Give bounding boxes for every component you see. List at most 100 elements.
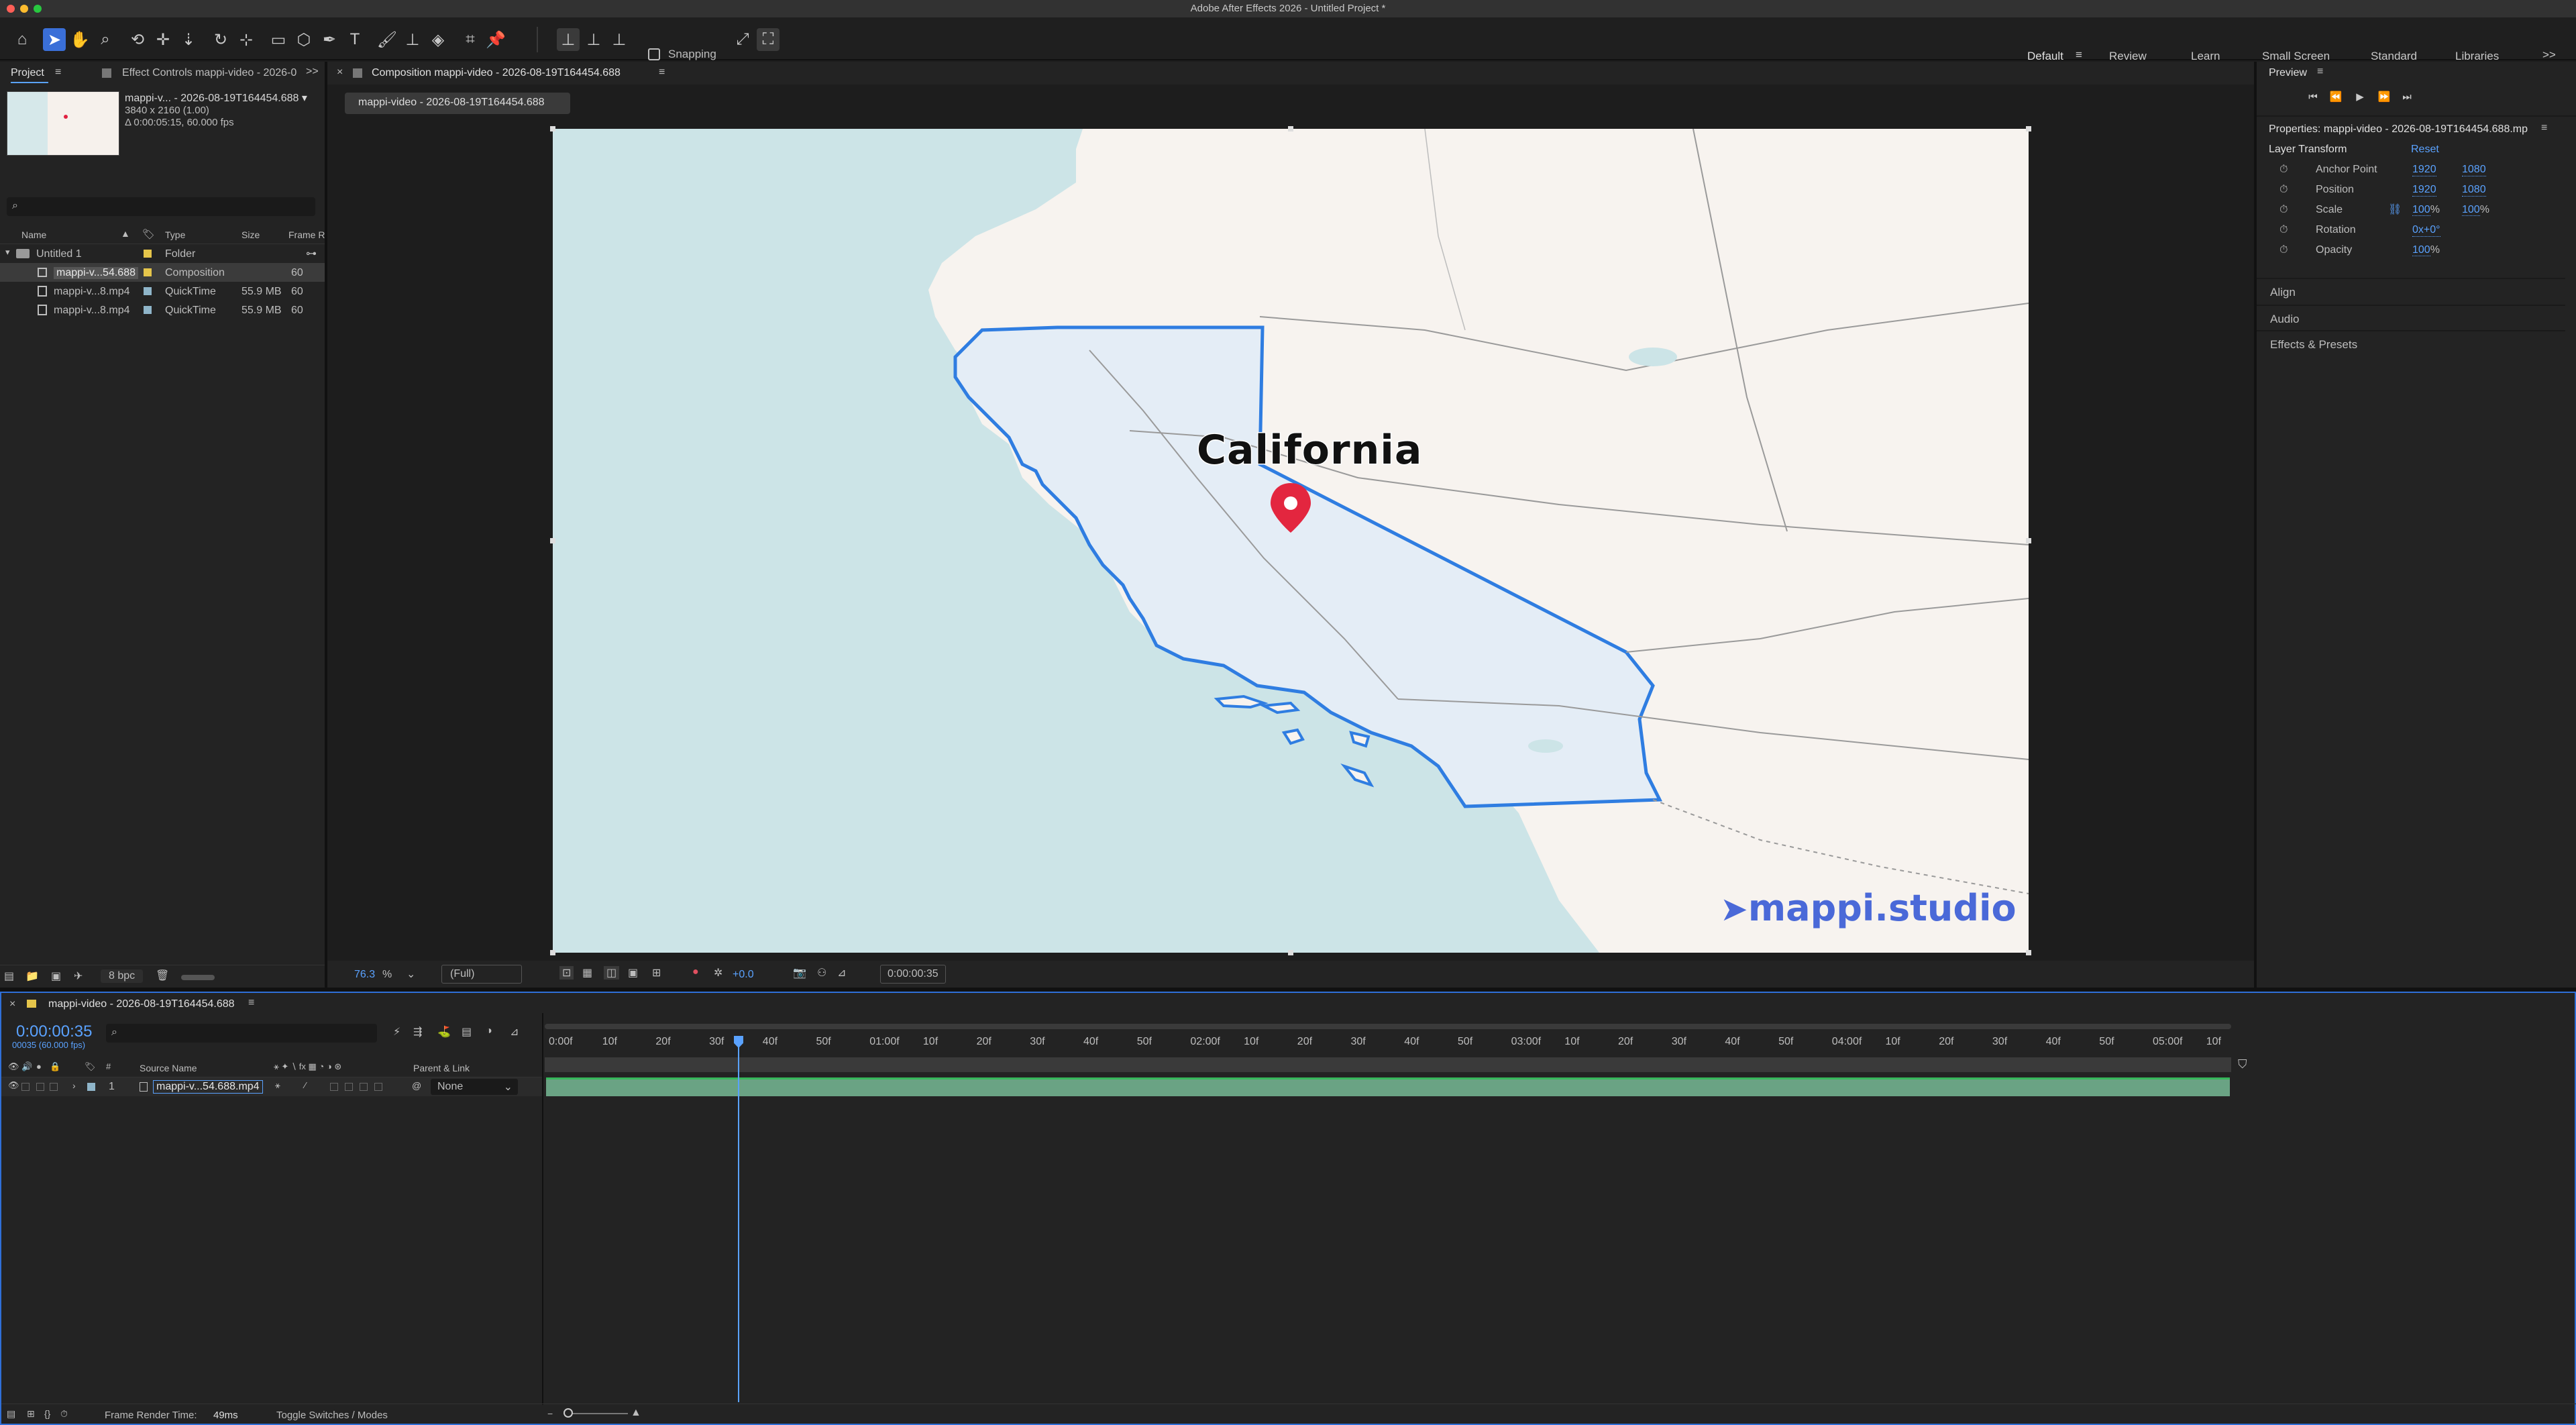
color-management-icon[interactable]: ✲ <box>714 966 722 980</box>
label-column-icon[interactable]: 🏷 <box>85 1061 96 1072</box>
scale-x[interactable]: 100 <box>2412 204 2430 216</box>
reset-button[interactable]: Reset <box>2411 144 2439 156</box>
column-name[interactable]: Name <box>21 229 46 240</box>
panel-overflow-icon[interactable]: >> <box>306 66 319 78</box>
3d-shape-tool-icon[interactable]: ⬡ <box>292 28 315 51</box>
3d-ground-plane-icon[interactable]: ▣ <box>628 966 638 980</box>
show-snapshot-icon[interactable]: ⚇ <box>817 966 826 980</box>
close-timeline-tab-icon[interactable]: × <box>9 998 15 1010</box>
graph-editor-icon[interactable]: ⊿ <box>510 1025 519 1039</box>
source-name-column[interactable]: Source Name <box>140 1063 197 1073</box>
draft-3d-icon[interactable]: ⚡ <box>393 1025 400 1039</box>
zoom-value[interactable]: 76.3 <box>354 969 375 981</box>
layer-handle[interactable] <box>1288 126 1293 131</box>
section-effects-presets[interactable]: Effects & Presets <box>2257 330 2565 357</box>
layer-lock-toggle[interactable] <box>50 1083 58 1091</box>
layer-label-swatch[interactable] <box>87 1083 95 1091</box>
column-size[interactable]: Size <box>241 229 260 240</box>
properties-menu-icon[interactable]: ≡ <box>2541 122 2547 134</box>
timeline-zoom-slider[interactable] <box>565 1413 628 1414</box>
current-time-field[interactable]: 0:00:00:35 <box>880 965 946 984</box>
toggle-switches-modes[interactable]: Toggle Switches / Modes <box>276 1410 388 1421</box>
transfer-controls-icon[interactable]: ⊞ <box>27 1408 35 1420</box>
opacity-value[interactable]: 100 <box>2412 244 2430 256</box>
mask-visibility-icon[interactable]: ◫ <box>604 966 620 980</box>
snap-features-icon[interactable]: ⛶ <box>757 28 780 51</box>
adobe-media-encoder-icon[interactable]: ✈ <box>74 969 83 983</box>
constrain-proportions-link-icon[interactable]: ⛓ <box>2388 203 2402 216</box>
label-color-swatch[interactable] <box>144 306 152 314</box>
preview-menu-icon[interactable]: ≡ <box>2317 66 2323 78</box>
world-axis-icon[interactable]: ⊥ <box>582 28 605 51</box>
shy-layers-icon[interactable]: ⛳ <box>437 1025 451 1039</box>
next-frame-icon[interactable]: ⏩ <box>2375 89 2394 105</box>
layer-handle[interactable] <box>2026 538 2031 543</box>
eraser-tool-icon[interactable]: ◈ <box>427 28 449 51</box>
resolution-dropdown[interactable]: (Full) <box>441 965 522 984</box>
project-item-folder[interactable]: ▾ Untitled 1 Folder ⊶ <box>0 244 325 263</box>
puppet-pin-tool-icon[interactable]: 📌 <box>484 28 507 51</box>
anchor-point-x[interactable]: 1920 <box>2412 164 2436 176</box>
workspace-menu-icon[interactable]: ≡ <box>2076 48 2082 62</box>
timeline-zoom-thumb[interactable] <box>564 1408 573 1418</box>
project-item-footage[interactable]: mappi-v...8.mp4 QuickTime 55.9 MB 60 <box>0 301 325 319</box>
workspace-small-screen[interactable]: Small Screen <box>2262 50 2330 63</box>
play-icon[interactable]: ▶ <box>2351 89 2369 105</box>
tab-project[interactable]: Project <box>11 67 44 79</box>
orbit-camera-icon[interactable]: ⟲ <box>126 28 149 51</box>
workspace-libraries[interactable]: Libraries <box>2455 50 2499 63</box>
position-y[interactable]: 1080 <box>2462 184 2486 197</box>
project-item-composition[interactable]: mappi-v...54.688 Composition 60 <box>0 263 325 282</box>
bit-depth-button[interactable]: 8 bpc <box>101 969 144 983</box>
zoom-out-icon[interactable]: − <box>547 1408 553 1419</box>
layer-handle[interactable] <box>550 538 555 543</box>
position-x[interactable]: 1920 <box>2412 184 2436 197</box>
snap-edges-icon[interactable]: ⤢ <box>731 28 754 51</box>
exposure-value[interactable]: +0.0 <box>733 969 754 981</box>
scale-y[interactable]: 100 <box>2462 204 2480 216</box>
quality-switch-icon[interactable]: ∕ <box>305 1080 306 1090</box>
home-icon[interactable]: ⌂ <box>11 28 34 51</box>
layer-switches-icon[interactable]: ▤ <box>7 1408 15 1420</box>
frame-blend-switch[interactable] <box>345 1083 353 1091</box>
lock-icon[interactable] <box>353 68 362 78</box>
composition-time-navigator[interactable] <box>545 1057 2231 1072</box>
parent-link-column[interactable]: Parent & Link <box>413 1063 470 1073</box>
motion-blur-icon[interactable]: ◑ <box>486 1025 492 1037</box>
layer-handle[interactable] <box>550 950 555 955</box>
region-of-interest-icon[interactable]: ⊡ <box>559 966 574 980</box>
fast-preview-icon[interactable]: ⊿ <box>837 966 846 980</box>
roto-brush-tool-icon[interactable]: ⌗ <box>459 28 482 51</box>
selection-tool-icon[interactable]: ➤ <box>43 28 66 51</box>
timeline-tab[interactable]: mappi-video - 2026-08-19T164454.688 <box>48 998 235 1010</box>
composition-viewer[interactable]: California ➤mappi.studio <box>553 129 2029 953</box>
in-out-icon[interactable]: {} <box>44 1408 50 1419</box>
project-tab-menu-icon[interactable]: ≡ <box>55 66 61 78</box>
parent-dropdown[interactable]: None ⌄ <box>431 1079 518 1095</box>
frame-blending-icon[interactable]: ▤ <box>462 1025 472 1039</box>
new-folder-icon[interactable]: 📁 <box>25 969 39 983</box>
rotation-value[interactable]: 0x+0° <box>2412 224 2440 237</box>
anchor-point-tool-icon[interactable]: ⊹ <box>235 28 258 51</box>
local-axis-icon[interactable]: ⊥ <box>557 28 580 51</box>
thumbnail-name[interactable]: mappi-v... - 2026-08-19T164454.688 ▾ <box>125 91 307 105</box>
comp-marker-icon[interactable]: ⛉ <box>2238 1057 2247 1071</box>
column-frame-rate[interactable]: Frame R <box>288 229 325 240</box>
hand-tool-icon[interactable]: ✋ <box>68 28 91 51</box>
lock-toggle-icon[interactable]: 🔒 <box>50 1061 60 1072</box>
thumbnail-size-slider[interactable] <box>181 975 215 980</box>
layer-audio-toggle[interactable] <box>21 1083 30 1091</box>
project-item-footage[interactable]: mappi-v...8.mp4 QuickTime 55.9 MB 60 <box>0 282 325 301</box>
label-color-swatch[interactable] <box>144 287 152 295</box>
type-tool-icon[interactable]: T <box>343 28 366 51</box>
composition-tab-menu-icon[interactable]: ≡ <box>659 66 665 78</box>
flowchart-icon[interactable]: ⊶ <box>306 247 317 260</box>
layer-source-name[interactable]: mappi-v...54.688.mp4 <box>153 1080 263 1094</box>
timeline-search-input[interactable]: ⌕ <box>106 1024 377 1043</box>
snapshot-camera-icon[interactable]: 📷 <box>793 966 806 980</box>
interpret-footage-icon[interactable]: ▤ <box>4 969 14 983</box>
anchor-point-y[interactable]: 1080 <box>2462 164 2486 176</box>
layer-handle[interactable] <box>2026 950 2031 955</box>
layer-visibility-icon[interactable]: 👁 <box>8 1080 19 1091</box>
delete-icon[interactable]: 🗑 <box>156 969 169 982</box>
